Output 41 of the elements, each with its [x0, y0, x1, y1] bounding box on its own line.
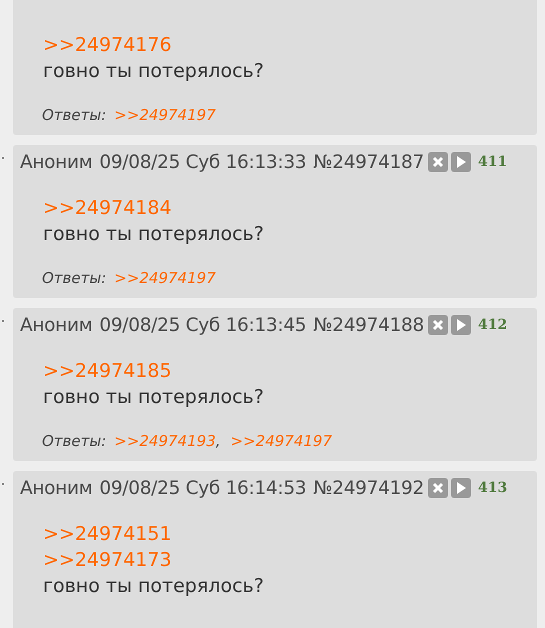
close-icon — [430, 318, 445, 332]
hide-button[interactable] — [428, 152, 448, 172]
post-index: 412 — [478, 317, 508, 333]
replies-label: Ответы: — [42, 106, 106, 124]
post-author: Аноним — [20, 314, 92, 336]
bullet-mark — [2, 320, 4, 322]
post-author: Аноним — [20, 478, 92, 498]
quote-link[interactable]: >>24974176 — [43, 32, 172, 58]
post-number: №24974187 — [313, 152, 424, 172]
bullet-mark — [2, 157, 4, 159]
close-icon — [430, 155, 445, 169]
play-button[interactable] — [450, 478, 471, 498]
reply-link[interactable]: >>24974197 — [230, 432, 332, 450]
post-text: говно ты потерялось? — [43, 385, 264, 410]
close-icon — [430, 481, 445, 495]
reply-link[interactable]: >>24974197 — [114, 106, 216, 124]
post-date: 09/08/25 Суб 16:14:53 — [99, 478, 306, 498]
post-index: 411 — [478, 154, 508, 170]
hide-button[interactable] — [428, 315, 448, 335]
post-text: говно ты потерялось? — [43, 59, 264, 84]
replies-label: Ответы: — [42, 432, 106, 450]
post-number: №24974188 — [313, 314, 424, 336]
quote-link[interactable]: >>24974185 — [43, 358, 172, 384]
post-date: 09/08/25 Суб 16:13:33 — [99, 152, 306, 172]
replies-label: Ответы: — [42, 269, 106, 287]
quote-link[interactable]: >>24974173 — [43, 547, 172, 573]
post-number: №24974192 — [313, 478, 424, 498]
post-index: 413 — [478, 480, 508, 496]
bullet-mark — [2, 483, 4, 485]
play-button[interactable] — [450, 315, 471, 335]
post-text: говно ты потерялось? — [43, 222, 264, 247]
quote-link[interactable]: >>24974184 — [43, 195, 172, 221]
reply-link[interactable]: >>24974193 — [114, 432, 216, 450]
post-text: говно ты потерялось? — [43, 574, 264, 599]
hide-button[interactable] — [428, 478, 448, 498]
quote-link[interactable]: >>24974151 — [43, 521, 172, 547]
play-button[interactable] — [450, 152, 471, 172]
post-date: 09/08/25 Суб 16:13:45 — [99, 314, 306, 336]
reply-link[interactable]: >>24974197 — [114, 269, 216, 287]
post-author: Аноним — [20, 152, 92, 172]
separator: , — [216, 432, 221, 450]
